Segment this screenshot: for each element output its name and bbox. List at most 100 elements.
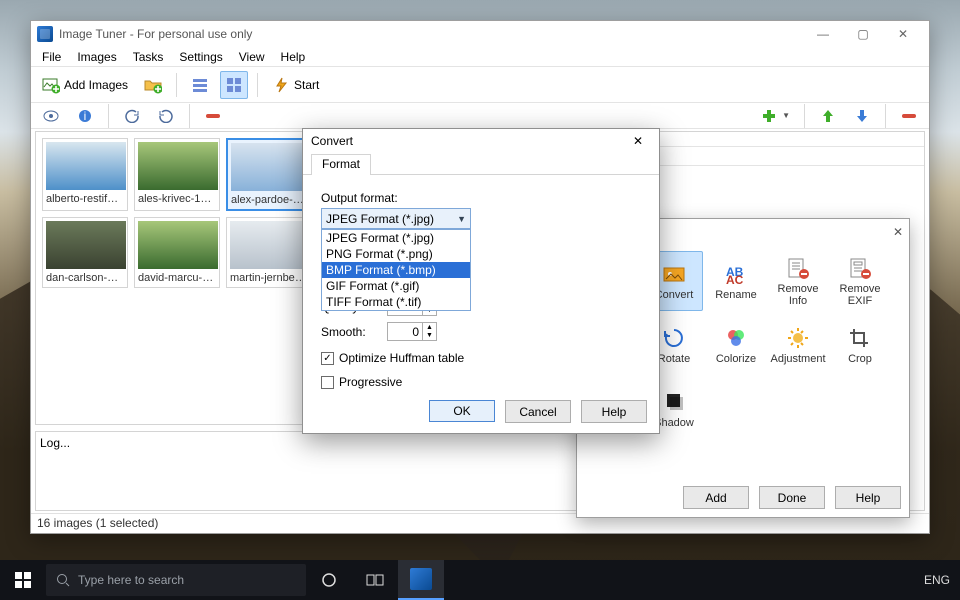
add-images-label: Add Images <box>64 78 128 92</box>
start-label: Start <box>294 78 319 92</box>
status-text: 16 images (1 selected) <box>37 516 158 530</box>
plus-icon <box>760 107 778 125</box>
menu-tasks[interactable]: Tasks <box>126 48 171 66</box>
menu-settings[interactable]: Settings <box>172 48 229 66</box>
smooth-input[interactable] <box>387 322 423 341</box>
progressive-label: Progressive <box>339 375 402 389</box>
optimize-checkbox[interactable]: ✓ Optimize Huffman table <box>321 351 641 365</box>
input-language[interactable]: ENG <box>924 573 950 587</box>
add-images-button[interactable]: Add Images <box>37 71 133 99</box>
menu-view[interactable]: View <box>232 48 272 66</box>
format-option[interactable]: TIFF Format (*.tif) <box>322 294 470 310</box>
log-label: Log... <box>40 436 70 450</box>
minus-icon <box>204 107 222 125</box>
secondary-toolbar: i ▼ <box>31 103 929 129</box>
ok-label: OK <box>453 404 470 418</box>
thumbnail-image <box>46 221 126 269</box>
help-label: Help <box>602 405 627 419</box>
taskbar-app-imagetuner[interactable] <box>398 560 444 600</box>
preview-button[interactable] <box>37 102 65 130</box>
thumbnail-image <box>138 142 218 190</box>
task-down-button[interactable] <box>848 102 876 130</box>
thumbnail-image <box>138 221 218 269</box>
format-option[interactable]: GIF Format (*.gif) <box>322 278 470 294</box>
search-placeholder: Type here to search <box>78 573 184 587</box>
task-colorize[interactable]: Colorize <box>707 315 765 375</box>
view-thumbs-button[interactable] <box>220 71 248 99</box>
output-format-dropdown[interactable]: JPEG Format (*.jpg)PNG Format (*.png)BMP… <box>321 229 471 311</box>
format-option[interactable]: PNG Format (*.png) <box>322 246 470 262</box>
thumbnail-item[interactable]: alberto-restifo-... <box>42 138 128 211</box>
smooth-up[interactable]: ▲ <box>423 323 436 332</box>
task-rename[interactable]: ABACRename <box>707 251 765 311</box>
convert-help-button[interactable]: Help <box>581 400 647 423</box>
app-icon <box>37 26 53 42</box>
menu-help[interactable]: Help <box>274 48 313 66</box>
view-list-button[interactable] <box>186 71 214 99</box>
task-remove-button[interactable] <box>895 102 923 130</box>
thumbnail-caption: alberto-restifo-... <box>46 193 124 205</box>
output-format-combo[interactable]: JPEG Format (*.jpg) ▼ JPEG Format (*.jpg… <box>321 208 641 229</box>
taskbar-search[interactable]: Type here to search <box>46 564 306 596</box>
task-up-button[interactable] <box>814 102 842 130</box>
thumbnail-item[interactable]: david-marcu-20... <box>134 217 220 288</box>
minimize-button[interactable]: — <box>803 22 843 46</box>
thumbnail-image <box>230 221 310 269</box>
rename-icon: ABAC <box>723 261 749 287</box>
toolbar-separator <box>176 73 177 97</box>
rotate-right-icon <box>157 107 175 125</box>
toolbar-separator <box>189 104 190 128</box>
eye-icon <box>42 107 60 125</box>
menu-file[interactable]: File <box>35 48 68 66</box>
addtask-help-button[interactable]: Help <box>835 486 901 509</box>
rotate-left-button[interactable] <box>118 102 146 130</box>
addtask-close-button[interactable]: ✕ <box>893 225 903 239</box>
addtask-done-label: Done <box>778 491 807 505</box>
convert-cancel-button[interactable]: Cancel <box>505 400 571 423</box>
menu-images[interactable]: Images <box>70 48 123 66</box>
smooth-spinner[interactable]: ▲▼ <box>387 322 437 341</box>
cortana-icon <box>321 572 337 588</box>
thumbnail-image <box>46 142 126 190</box>
start-button[interactable]: Start <box>267 71 324 99</box>
task-view-button[interactable] <box>352 560 398 600</box>
colorize-icon <box>723 325 749 351</box>
info-button[interactable]: i <box>71 102 99 130</box>
smooth-down[interactable]: ▼ <box>423 332 436 341</box>
remove-button[interactable] <box>199 102 227 130</box>
windows-icon <box>15 572 31 588</box>
thumbnail-item[interactable]: dan-carlson-141... <box>42 217 128 288</box>
convert-close-button[interactable]: ✕ <box>625 134 651 148</box>
task-crop[interactable]: Crop <box>831 315 889 375</box>
cortana-button[interactable] <box>306 560 352 600</box>
convert-ok-button[interactable]: OK <box>429 400 495 422</box>
arrow-down-icon <box>853 107 871 125</box>
format-option[interactable]: BMP Format (*.bmp) <box>322 262 470 278</box>
thumbnail-item[interactable]: alex-pardoe-32... <box>226 138 312 211</box>
menubar: File Images Tasks Settings View Help <box>31 47 929 67</box>
close-button[interactable]: ✕ <box>883 22 923 46</box>
toolbar-separator <box>804 104 805 128</box>
task-adjustment[interactable]: Adjustment <box>769 315 827 375</box>
thumbnail-item[interactable]: martin-jernberg... <box>226 217 312 288</box>
shadow-icon <box>661 389 687 415</box>
add-folder-button[interactable] <box>139 71 167 99</box>
system-tray[interactable]: ENG <box>914 573 960 587</box>
maximize-button[interactable]: ▢ <box>843 22 883 46</box>
addtask-done-button[interactable]: Done <box>759 486 825 509</box>
addtask-add-button[interactable]: Add <box>683 486 749 509</box>
task-label: Adjustment <box>770 354 825 366</box>
task-remove-info[interactable]: Remove Info <box>769 251 827 311</box>
list-view-icon <box>191 76 209 94</box>
rotate-right-button[interactable] <box>152 102 180 130</box>
thumbnail-caption: david-marcu-20... <box>138 272 216 284</box>
convert-tab-format[interactable]: Format <box>311 154 371 175</box>
task-remove-exif[interactable]: Remove EXIF <box>831 251 889 311</box>
task-add-button[interactable]: ▼ <box>755 102 795 130</box>
progressive-checkbox[interactable]: Progressive <box>321 375 641 389</box>
format-option[interactable]: JPEG Format (*.jpg) <box>322 230 470 246</box>
thumbnail-item[interactable]: ales-krivec-188... <box>134 138 220 211</box>
task-label: Colorize <box>716 354 756 366</box>
toolbar-separator <box>108 104 109 128</box>
start-menu-button[interactable] <box>0 560 46 600</box>
